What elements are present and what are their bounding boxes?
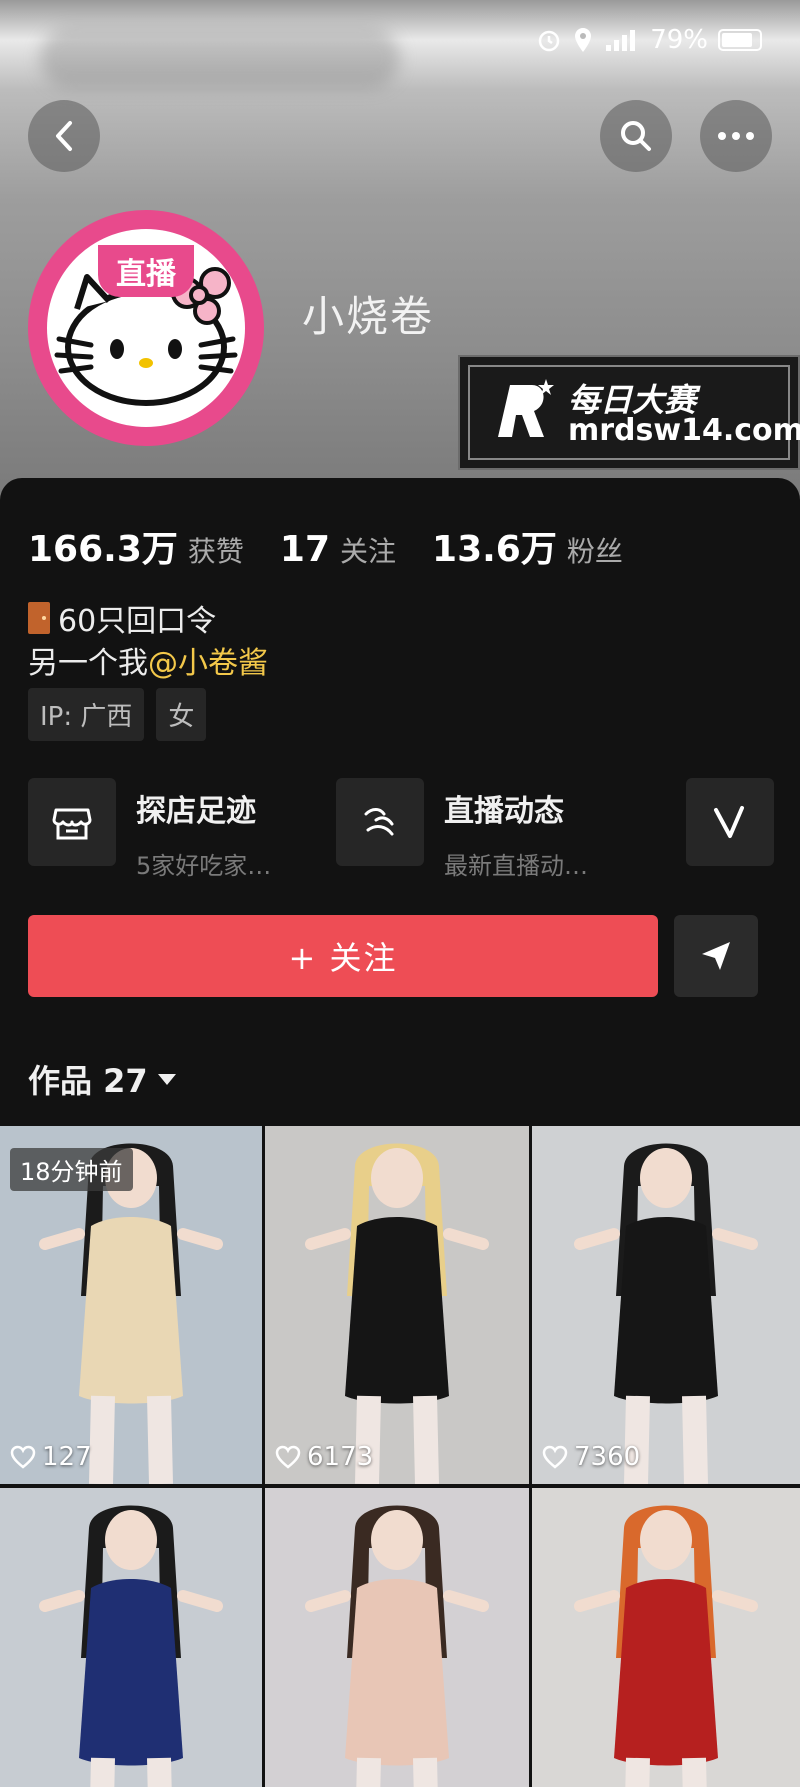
service-live-text: 直播动态 最新直播动… bbox=[444, 778, 588, 881]
gender-tag: 女 bbox=[156, 688, 207, 741]
thumbnail-figure bbox=[39, 1505, 223, 1787]
send-icon bbox=[702, 942, 730, 970]
status-bar-right: 79% bbox=[536, 20, 762, 60]
video-thumbnail[interactable] bbox=[532, 1488, 800, 1787]
service-live-dynamic[interactable]: 直播动态 最新直播动… bbox=[336, 778, 588, 881]
avatar-image: 直播 bbox=[47, 229, 245, 427]
video-thumbnail[interactable]: 7360 bbox=[532, 1126, 800, 1484]
status-bar-left-blurred bbox=[40, 28, 400, 88]
like-count: 6173 bbox=[275, 1442, 373, 1472]
follow-button[interactable]: + 关注 bbox=[28, 915, 658, 997]
search-icon bbox=[621, 121, 651, 151]
following-label[interactable]: 关注 bbox=[340, 530, 396, 570]
ip-location-tag: IP: 广西 bbox=[28, 688, 145, 741]
profile-name: 小烧卷 bbox=[302, 292, 435, 341]
more-horizontal-icon bbox=[718, 132, 754, 140]
like-count-value: 6173 bbox=[307, 1442, 374, 1472]
thumbnail-figure bbox=[574, 1505, 758, 1787]
signal-icon bbox=[606, 30, 636, 51]
alarm-icon bbox=[538, 30, 560, 52]
watermark-overlay: 每日大赛 mrdsw14.com bbox=[458, 355, 800, 470]
service-store-text: 探店足迹 5家好吃家… bbox=[136, 778, 271, 881]
followers-label[interactable]: 粉丝 bbox=[567, 530, 623, 570]
service-live-title: 直播动态 bbox=[444, 794, 564, 829]
likes-label: 获赞 bbox=[187, 535, 244, 568]
like-count: 7360 bbox=[542, 1442, 640, 1472]
service-v[interactable] bbox=[686, 778, 774, 866]
service-live-subtitle: 最新直播动… bbox=[444, 852, 588, 880]
v-icon bbox=[686, 778, 774, 866]
live-badge: 直播 bbox=[98, 245, 194, 297]
thumbnail-figure bbox=[305, 1505, 489, 1787]
caret-down-icon bbox=[157, 1073, 176, 1085]
battery-percentage: 79% bbox=[650, 25, 708, 55]
heart-icon bbox=[10, 1445, 36, 1469]
bio-line-2: 另一个我@小卷酱 bbox=[28, 638, 268, 682]
watermark-url: mrdsw14.com bbox=[568, 413, 800, 448]
profile-tags: IP: 广西 女 bbox=[28, 688, 207, 741]
works-grid: 18分钟前 127 6173 7360 bbox=[0, 1126, 800, 1787]
post-time-badge: 18分钟前 bbox=[10, 1148, 133, 1191]
door-icon bbox=[28, 602, 50, 634]
followers-count[interactable]: 13.6万 bbox=[432, 520, 557, 572]
likes-count: 166.3万 bbox=[28, 529, 178, 570]
service-store-subtitle: 5家好吃家… bbox=[136, 852, 272, 880]
service-store-visits[interactable]: 探店足迹 5家好吃家… bbox=[28, 778, 271, 881]
tab-works-label: 作品 27 bbox=[28, 1062, 148, 1100]
back-button[interactable] bbox=[28, 100, 100, 172]
location-icon bbox=[575, 28, 592, 52]
like-count-value: 7360 bbox=[574, 1442, 641, 1472]
video-thumbnail[interactable] bbox=[265, 1488, 529, 1787]
video-thumbnail[interactable] bbox=[0, 1488, 262, 1787]
thumbnail-figure bbox=[574, 1143, 758, 1484]
following-count[interactable]: 17 bbox=[280, 529, 330, 570]
thumbnail-figure bbox=[305, 1143, 489, 1484]
video-thumbnail[interactable]: 18分钟前 127 bbox=[0, 1126, 262, 1484]
service-store-title: 探店足迹 bbox=[136, 794, 256, 829]
live-dynamic-icon bbox=[336, 778, 424, 866]
like-count: 127 bbox=[10, 1442, 92, 1472]
heart-icon bbox=[542, 1445, 568, 1469]
watermark-logo-icon bbox=[498, 379, 554, 437]
share-button[interactable] bbox=[674, 915, 758, 997]
battery-icon bbox=[718, 29, 762, 51]
video-thumbnail[interactable]: 6173 bbox=[265, 1126, 529, 1484]
bio-line-1: 60只回口令 bbox=[28, 596, 216, 640]
bio-mention-link[interactable]: @小卷酱 bbox=[148, 646, 268, 681]
chevron-left-icon bbox=[56, 121, 72, 151]
avatar[interactable]: 直播 bbox=[28, 210, 264, 446]
search-button[interactable] bbox=[600, 100, 672, 172]
more-button[interactable] bbox=[700, 100, 772, 172]
like-count-value: 127 bbox=[42, 1442, 92, 1472]
heart-icon bbox=[275, 1445, 301, 1469]
store-icon bbox=[28, 778, 116, 866]
profile-stats: 166.3万 获赞 17 关注 13.6万 粉丝 bbox=[28, 520, 649, 572]
tab-works[interactable]: 作品 27 bbox=[28, 1056, 176, 1102]
bio-line-2-text: 另一个我 bbox=[28, 646, 148, 681]
bio-line-1-text: 60只回口令 bbox=[58, 604, 217, 639]
